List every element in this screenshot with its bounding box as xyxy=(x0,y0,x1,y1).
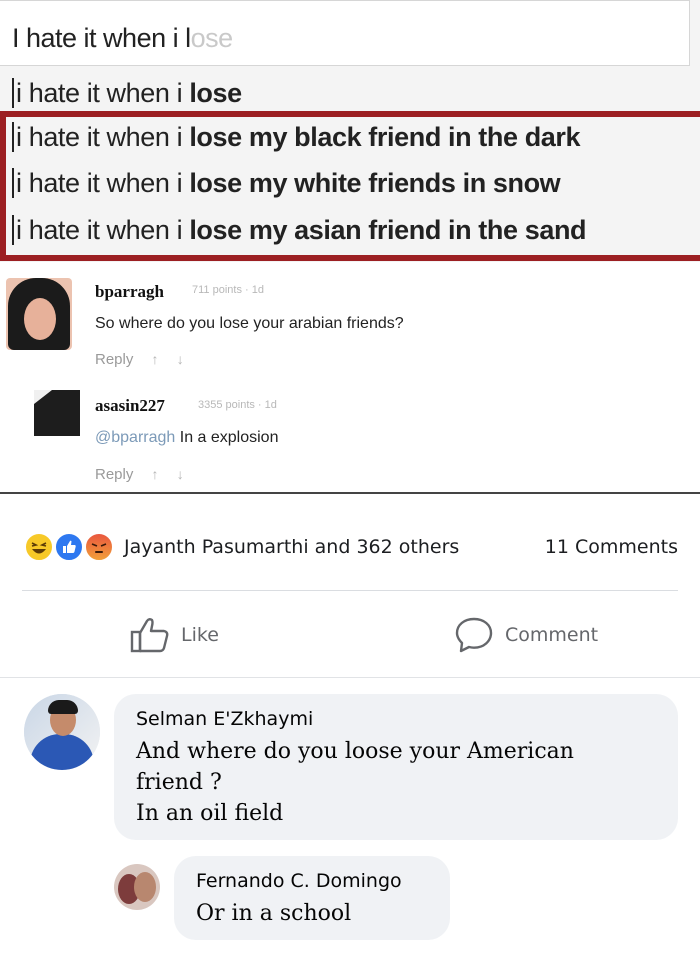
reply-button[interactable]: Reply xyxy=(95,466,133,483)
downvote-icon[interactable]: ↓ xyxy=(177,351,184,367)
like-label: Like xyxy=(181,624,219,646)
comment-actions: Reply ↑ ↓ xyxy=(95,351,184,368)
comment-author[interactable]: Selman E'Zkhaymi xyxy=(136,708,313,730)
mention-link[interactable]: @bparragh xyxy=(95,429,175,446)
search-autocomplete: I hate it when i lose i hate it when i l… xyxy=(0,0,700,262)
thumbs-up-icon xyxy=(130,618,169,653)
comment-text: @bparragh In a explosion xyxy=(95,429,279,446)
avatar[interactable] xyxy=(34,390,80,436)
angry-icon xyxy=(84,532,114,562)
search-ghost-text: ose xyxy=(190,23,234,53)
comment-meta: 3355 points · 1d xyxy=(198,399,277,411)
yt-comment-thread: bparragh 711 points · 1d So where do you… xyxy=(0,262,700,494)
comment-label: Comment xyxy=(505,624,599,646)
suggestion-item[interactable]: i hate it when i lose my white friends i… xyxy=(12,168,561,199)
suggestion-item[interactable]: i hate it when i lose xyxy=(12,78,242,109)
comment-button[interactable]: Comment xyxy=(455,614,615,654)
avatar[interactable] xyxy=(24,694,100,770)
comment-author[interactable]: bparragh xyxy=(95,282,164,302)
comment-count[interactable]: 11 Comments xyxy=(545,536,678,558)
comment-text: So where do you lose your arabian friend… xyxy=(95,315,404,332)
downvote-icon[interactable]: ↓ xyxy=(177,466,184,482)
comment-actions: Reply ↑ ↓ xyxy=(95,466,184,483)
reply-button[interactable]: Reply xyxy=(95,351,133,368)
comment-bubble: Fernando C. Domingo Or in a school xyxy=(174,856,450,940)
upvote-icon[interactable]: ↑ xyxy=(152,466,159,482)
comment-text: Or in a school xyxy=(196,901,352,926)
upvote-icon[interactable]: ↑ xyxy=(152,351,159,367)
like-icon xyxy=(54,532,84,562)
search-input[interactable]: I hate it when i lose xyxy=(0,0,690,66)
suggestion-item[interactable]: i hate it when i lose my black friend in… xyxy=(12,122,581,153)
comment-bubble-icon xyxy=(455,617,493,653)
comment-text: And where do you loose your American fri… xyxy=(136,739,574,826)
reacted-by-text[interactable]: Jayanth Pasumarthi and 362 others xyxy=(124,536,459,558)
haha-icon xyxy=(24,532,54,562)
comment-author[interactable]: asasin227 xyxy=(95,396,165,416)
comment-meta: 711 points · 1d xyxy=(192,284,264,296)
comment-bubble: Selman E'Zkhaymi And where do you loose … xyxy=(114,694,678,840)
divider xyxy=(0,677,700,678)
search-typed-text: I hate it when i lose xyxy=(12,23,234,53)
like-button[interactable]: Like xyxy=(130,614,250,654)
divider xyxy=(22,590,678,591)
comment-author[interactable]: Fernando C. Domingo xyxy=(196,870,402,892)
avatar[interactable] xyxy=(114,864,160,910)
avatar[interactable] xyxy=(6,278,72,350)
suggestion-item[interactable]: i hate it when i lose my asian friend in… xyxy=(12,215,587,246)
divider xyxy=(0,492,700,494)
